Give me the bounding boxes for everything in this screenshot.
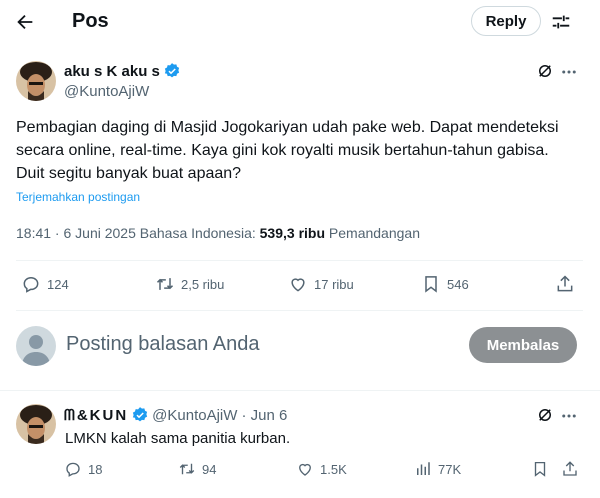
post-time[interactable]: 18:41 · 6 Juni 2025	[16, 225, 136, 241]
views-label: Pemandangan	[328, 225, 420, 241]
post-language: Bahasa Indonesia:	[139, 225, 256, 241]
reply-like-action[interactable]: 1.5K	[296, 460, 347, 478]
translate-link[interactable]: Terjemahkan postingan	[16, 190, 140, 204]
grok-icon	[539, 409, 551, 421]
divider	[0, 390, 600, 391]
page-title: Pos	[72, 10, 109, 32]
repost-action[interactable]: 2,5 ribu	[155, 274, 224, 294]
header-reply-button[interactable]: Reply	[471, 6, 541, 36]
reply-icon	[66, 462, 80, 477]
reply-count: 124	[47, 276, 69, 292]
reply-more-button[interactable]	[560, 407, 578, 425]
like-action[interactable]: 17 ribu	[288, 274, 354, 294]
reply-grok-button[interactable]	[536, 406, 554, 424]
verified-badge-icon	[133, 407, 148, 422]
reply-submit-button[interactable]: Membalas	[469, 327, 577, 363]
bookmark-icon	[425, 276, 437, 293]
reply-icon	[23, 276, 39, 293]
filter-button[interactable]	[550, 11, 572, 33]
author-avatar[interactable]	[16, 61, 56, 101]
filter-icon	[552, 15, 570, 29]
reply-date[interactable]: · Jun 6	[241, 407, 287, 424]
reply-author-avatar[interactable]	[16, 404, 56, 444]
share-action[interactable]	[555, 274, 581, 294]
reply-reply-action[interactable]: 18	[64, 460, 102, 478]
more-icon	[562, 70, 576, 74]
share-icon	[563, 461, 577, 476]
more-button[interactable]	[560, 63, 578, 81]
default-avatar-icon	[16, 326, 56, 366]
views-count: 539,3 ribu	[259, 225, 326, 241]
bookmark-count: 546	[447, 276, 469, 292]
post-meta: 18:41 · 6 Juni 2025 Bahasa Indonesia: 53…	[16, 225, 420, 241]
reply-author-name[interactable]: ᗰ&KUN	[64, 407, 128, 424]
reply-text: LMKN kalah sama panitia kurban.	[65, 430, 291, 447]
author-name[interactable]: aku s K aku s	[64, 63, 160, 80]
reply-author-handle[interactable]: @KuntoAjiW	[152, 407, 237, 424]
reply-views-action[interactable]: 77K	[414, 460, 461, 478]
reply-like-count: 1.5K	[320, 461, 347, 477]
repost-icon	[156, 278, 174, 290]
back-button[interactable]	[14, 11, 36, 33]
more-icon	[562, 414, 576, 418]
grok-button[interactable]	[536, 62, 554, 80]
bookmark-action[interactable]: 546	[421, 274, 469, 294]
reply-input[interactable]: Posting balasan Anda	[66, 333, 260, 356]
reply-repost-count: 94	[202, 461, 217, 477]
repost-count: 2,5 ribu	[181, 276, 225, 292]
share-icon	[557, 275, 573, 292]
verified-badge-icon	[164, 63, 180, 78]
back-arrow-icon	[17, 14, 33, 30]
grok-icon	[539, 65, 551, 77]
bookmark-icon	[534, 461, 546, 477]
post-text: Pembagian daging di Masjid Jogokariyan u…	[16, 119, 559, 182]
reply-share-action[interactable]	[561, 460, 579, 478]
reply-repost-action[interactable]: 94	[178, 460, 216, 478]
author-handle[interactable]: @KuntoAjiW	[64, 83, 149, 100]
reply-action[interactable]: 124	[21, 274, 69, 294]
like-count: 17 ribu	[314, 276, 354, 292]
divider	[16, 310, 583, 311]
reply-views-count: 77K	[438, 461, 462, 477]
like-icon	[299, 463, 311, 476]
reply-reply-count: 18	[88, 461, 103, 477]
divider	[16, 260, 583, 261]
views-icon	[417, 462, 430, 475]
like-icon	[291, 278, 305, 292]
reply-bookmark-action[interactable]	[531, 460, 549, 478]
repost-icon	[179, 463, 195, 475]
